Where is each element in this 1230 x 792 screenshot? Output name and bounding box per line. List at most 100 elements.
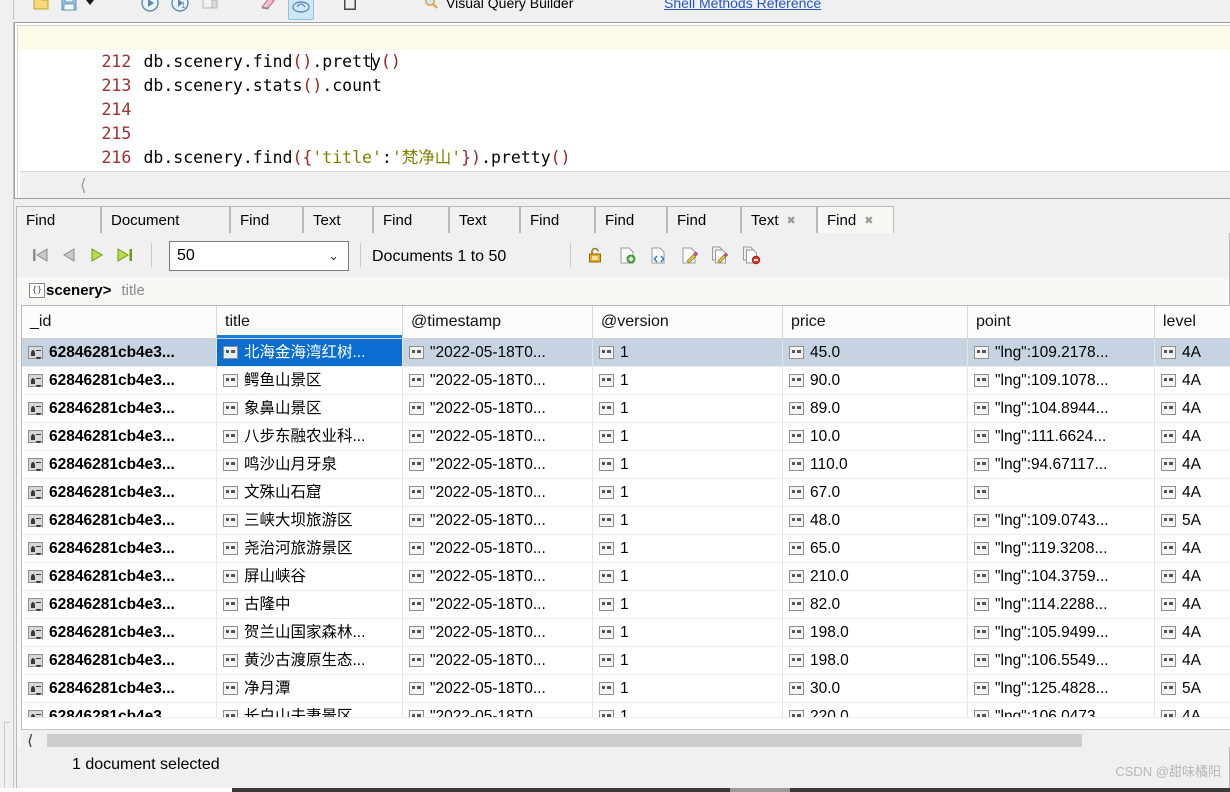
cell-title[interactable]: 鳄鱼山景区: [217, 367, 403, 394]
tab-close-icon[interactable]: ✖: [864, 214, 873, 227]
cell-title[interactable]: 象鼻山景区: [217, 395, 403, 422]
visual-query-builder-label[interactable]: Visual Query Builder: [446, 0, 573, 11]
table-row[interactable]: 62846281cb4e3... 文殊山石窟 "2022-05-18T0... …: [22, 479, 1230, 507]
cell-price[interactable]: 45.0: [783, 339, 968, 366]
cell-version[interactable]: 1: [593, 675, 783, 702]
tab-find-2[interactable]: Find: [230, 206, 303, 234]
cell-version[interactable]: 1: [593, 591, 783, 618]
tab-text-2[interactable]: Text: [449, 206, 520, 234]
cell-level[interactable]: 4A: [1155, 703, 1230, 717]
cell-level[interactable]: 4A: [1155, 367, 1230, 394]
cell-price[interactable]: 220.0: [783, 703, 968, 717]
breadcrumb-field[interactable]: title: [121, 282, 144, 299]
cell-title[interactable]: 古隆中: [217, 591, 403, 618]
cell-timestamp[interactable]: "2022-05-18T0...: [403, 535, 593, 562]
output-panel-icon[interactable]: [339, 0, 361, 14]
table-row[interactable]: 62846281cb4e3... 贺兰山国家森林... "2022-05-18T…: [22, 619, 1230, 647]
tab-find-1[interactable]: Find: [16, 206, 101, 234]
execute-icon[interactable]: [139, 0, 161, 14]
shell-icon[interactable]: [288, 0, 314, 20]
table-row[interactable]: 62846281cb4e3... 古隆中 "2022-05-18T0... 1 …: [22, 591, 1230, 619]
column-header-title[interactable]: title: [217, 306, 403, 338]
cell-id[interactable]: 62846281cb4e3...: [22, 591, 217, 618]
table-row[interactable]: 62846281cb4e3... 黄沙古渡原生态... "2022-05-18T…: [22, 647, 1230, 675]
cell-timestamp[interactable]: "2022-05-18T0...: [403, 563, 593, 590]
cell-timestamp[interactable]: "2022-05-18T0...: [403, 507, 593, 534]
cell-price[interactable]: 67.0: [783, 479, 968, 506]
cell-timestamp[interactable]: "2022-05-18T0...: [403, 591, 593, 618]
column-header-timestamp[interactable]: @timestamp: [403, 306, 593, 338]
cell-id[interactable]: 62846281cb4e3...: [22, 479, 217, 506]
cell-point[interactable]: "lng":104.3759...: [968, 563, 1155, 590]
table-row[interactable]: 62846281cb4e3... 象鼻山景区 "2022-05-18T0... …: [22, 395, 1230, 423]
cell-timestamp[interactable]: "2022-05-18T0...: [403, 423, 593, 450]
cell-price[interactable]: 110.0: [783, 451, 968, 478]
cell-level[interactable]: 4A: [1155, 479, 1230, 506]
cell-title[interactable]: 文殊山石窟: [217, 479, 403, 506]
cell-id[interactable]: 62846281cb4e3...: [22, 563, 217, 590]
cell-timestamp[interactable]: "2022-05-18T0...: [403, 339, 593, 366]
cell-timestamp[interactable]: "2022-05-18T0...: [403, 479, 593, 506]
column-header-point[interactable]: point: [968, 306, 1155, 338]
cell-timestamp[interactable]: "2022-05-18T0...: [403, 451, 593, 478]
cell-id[interactable]: 62846281cb4e3...: [22, 703, 217, 717]
cell-level[interactable]: 4A: [1155, 339, 1230, 366]
cell-price[interactable]: 82.0: [783, 591, 968, 618]
cell-version[interactable]: 1: [593, 367, 783, 394]
cell-timestamp[interactable]: "2022-05-18T0...: [403, 395, 593, 422]
tab-document-1[interactable]: Document: [101, 206, 230, 234]
edit-document-icon[interactable]: [679, 245, 699, 265]
insert-document-icon[interactable]: [617, 245, 637, 265]
cell-id[interactable]: 62846281cb4e3...: [22, 535, 217, 562]
cell-level[interactable]: 4A: [1155, 647, 1230, 674]
table-row[interactable]: 62846281cb4e3... 屏山峡谷 "2022-05-18T0... 1…: [22, 563, 1230, 591]
save-icon[interactable]: [58, 0, 80, 14]
cell-version[interactable]: 1: [593, 619, 783, 646]
tab-close-icon[interactable]: ✖: [787, 214, 796, 227]
column-header-id[interactable]: _id: [22, 306, 217, 338]
tab-find-4[interactable]: Find: [520, 206, 595, 234]
tab-text-3[interactable]: Text ✖: [741, 206, 817, 234]
lock-document-icon[interactable]: [585, 245, 605, 265]
cell-title[interactable]: 长白山夫妻景区: [217, 703, 403, 717]
cell-point[interactable]: "lng":114.2288...: [968, 591, 1155, 618]
cell-version[interactable]: 1: [593, 339, 783, 366]
cell-id[interactable]: 62846281cb4e3...: [22, 339, 217, 366]
column-header-version[interactable]: @version: [593, 306, 783, 338]
cell-id[interactable]: 62846281cb4e3...: [22, 507, 217, 534]
code-line[interactable]: 214: [18, 74, 1230, 119]
cell-point[interactable]: "lng":106.5549...: [968, 647, 1155, 674]
cell-id[interactable]: 62846281cb4e3...: [22, 423, 217, 450]
cell-level[interactable]: 5A: [1155, 507, 1230, 534]
cell-title[interactable]: 八步东融农业科...: [217, 423, 403, 450]
table-row[interactable]: 62846281cb4e3... 尧治河旅游景区 "2022-05-18T0..…: [22, 535, 1230, 563]
table-row[interactable]: 62846281cb4e3... 三峡大坝旅游区 "2022-05-18T0..…: [22, 507, 1230, 535]
page-size-select[interactable]: 50 ⌄: [169, 241, 349, 271]
cell-price[interactable]: 90.0: [783, 367, 968, 394]
tab-text-1[interactable]: Text: [303, 206, 373, 234]
cell-point[interactable]: "lng":119.3208...: [968, 535, 1155, 562]
cell-level[interactable]: 4A: [1155, 563, 1230, 590]
cell-level[interactable]: 4A: [1155, 395, 1230, 422]
table-row[interactable]: 62846281cb4e3... 鳄鱼山景区 "2022-05-18T0... …: [22, 367, 1230, 395]
cell-version[interactable]: 1: [593, 507, 783, 534]
cell-version[interactable]: 1: [593, 647, 783, 674]
cell-version[interactable]: 1: [593, 535, 783, 562]
cell-price[interactable]: 210.0: [783, 563, 968, 590]
cell-version[interactable]: 1: [593, 395, 783, 422]
table-row[interactable]: 62846281cb4e3... 净月潭 "2022-05-18T0... 1 …: [22, 675, 1230, 703]
cell-point[interactable]: "lng":106.0473...: [968, 703, 1155, 717]
code-line[interactable]: 217db.scenery.stats().count: [18, 146, 1230, 191]
cell-id[interactable]: 62846281cb4e3...: [22, 647, 217, 674]
cell-point[interactable]: "lng":109.0743...: [968, 507, 1155, 534]
cell-title[interactable]: 尧治河旅游景区: [217, 535, 403, 562]
next-page-button[interactable]: [87, 246, 107, 264]
clear-icon[interactable]: [257, 0, 279, 14]
cell-id[interactable]: 62846281cb4e3...: [22, 395, 217, 422]
cell-point[interactable]: "lng":109.1078...: [968, 367, 1155, 394]
chevron-left-icon[interactable]: ⟨: [80, 176, 87, 196]
shell-methods-reference-link[interactable]: Shell Methods Reference: [664, 0, 821, 11]
cell-level[interactable]: 4A: [1155, 619, 1230, 646]
cell-timestamp[interactable]: "2022-05-18T0...: [403, 647, 593, 674]
code-line[interactable]: 215: [18, 98, 1230, 143]
